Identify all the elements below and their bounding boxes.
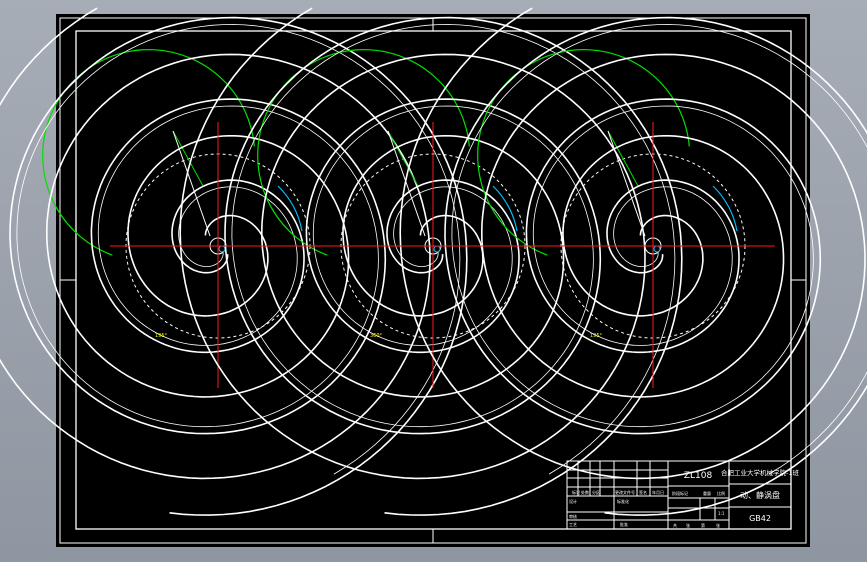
- angle-label: 360°: [370, 333, 383, 339]
- row-label-2: 分区: [592, 489, 600, 495]
- approve-label: 工艺: [569, 522, 577, 527]
- title-drawing-no: GB42: [749, 514, 771, 523]
- sheet-label-0: 共: [673, 522, 677, 528]
- check-label: 审核: [569, 513, 577, 519]
- sheet-label-3: 张: [716, 522, 720, 528]
- sheet-label-2: 第: [701, 522, 705, 528]
- title-school: 合肥工业大学机械学院-1班: [721, 468, 799, 477]
- row-label-4: 签名: [639, 489, 647, 495]
- stage-label-0: 阶段标记: [672, 490, 688, 496]
- stage-label-2: 比例: [717, 490, 725, 496]
- standardization-label: 标准化: [617, 498, 629, 504]
- angle-label: 195°: [590, 333, 603, 339]
- row-label-1: 处数: [581, 489, 589, 495]
- angle-label: 195°: [155, 333, 168, 339]
- row-label-3: 更改文件号: [615, 489, 635, 495]
- scale-value: 1:1: [718, 511, 725, 516]
- designer-label: 设计: [569, 498, 577, 504]
- title-part-name: 动、静涡盘: [740, 490, 780, 500]
- row-label-0: 标记: [572, 489, 580, 495]
- title-code: ZL108: [684, 471, 713, 481]
- stage-label-1: 重量: [703, 490, 711, 496]
- cad-drawing-viewport[interactable]: 195° 360° 195° ZL108 合肥工业大学机械学院-1班 动、静涡盘: [0, 0, 867, 562]
- row-label-5: 年月日: [652, 489, 664, 495]
- sheet-label-1: 张: [686, 522, 690, 528]
- bottom-label-0: 批准: [620, 521, 628, 527]
